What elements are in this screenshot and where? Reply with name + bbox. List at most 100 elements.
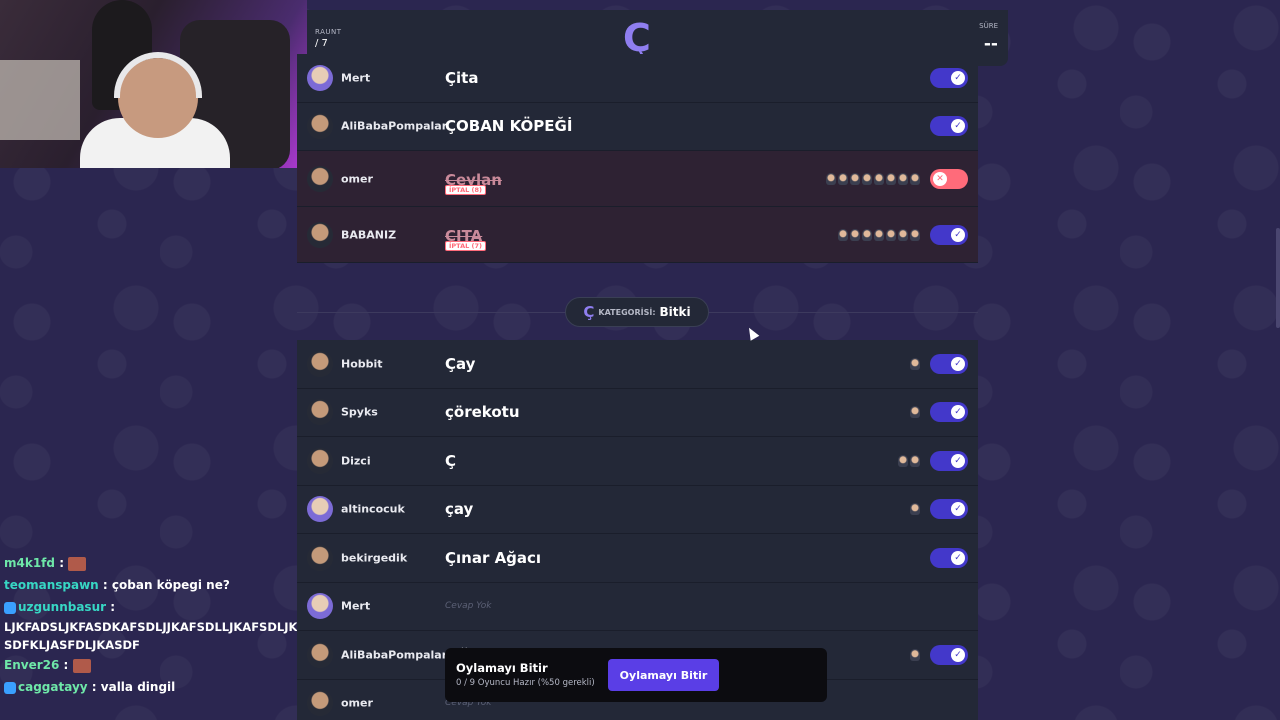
- chat-message: Enver26 :: [0, 654, 300, 676]
- voter-avatar: [898, 172, 908, 185]
- chat-username: m4k1fd: [4, 556, 55, 570]
- player-answer: ÇOBAN KÖPEĞİ: [445, 117, 573, 136]
- subscriber-badge-icon: [4, 681, 16, 694]
- answer-vote-toggle[interactable]: ✕: [930, 168, 968, 189]
- player-name: Mert: [341, 599, 371, 613]
- round-label: RAUNT: [315, 28, 342, 36]
- close-icon: ✕: [933, 171, 947, 186]
- previous-category-answers: Mert Çita ✓ AliBabaPompalar ÇOBAN KÖPEĞİ ✓ ome…: [297, 54, 978, 263]
- answer-vote-toggle[interactable]: ✓: [930, 224, 968, 245]
- emote-icon: [68, 556, 87, 571]
- time-value: --: [983, 34, 998, 54]
- chat-username: caggatayy: [18, 680, 88, 694]
- category-pill: Ç KATEGORİSİ: Bitki: [565, 297, 709, 327]
- end-voting-bar: Oylamayı Bitir 0 / 9 Oyuncu Hazır (%50 g…: [445, 648, 827, 702]
- round-value: / 7: [315, 38, 328, 49]
- player-answer: Ç: [445, 451, 457, 470]
- answer-vote-toggle[interactable]: ✓: [930, 499, 968, 520]
- player-answer: Çınar Ağacı: [445, 548, 542, 567]
- chat-message: uzgunnbasur :: [0, 596, 300, 618]
- voter-avatars: [910, 503, 920, 516]
- answer-row: AliBabaPompalar ÇOBAN KÖPEĞİ ✓: [297, 102, 978, 151]
- subscriber-badge-icon: [4, 601, 16, 614]
- voter-avatars: [838, 228, 920, 241]
- avatar: [307, 641, 333, 668]
- webcam-overlay: [0, 0, 307, 168]
- answer-vote-toggle[interactable]: ✓: [930, 450, 968, 471]
- player-answer: çörekotu: [445, 403, 520, 422]
- check-icon: ✓: [951, 502, 965, 517]
- voter-avatar: [910, 357, 920, 370]
- chat-text: : çoban köpegi ne?: [102, 578, 230, 592]
- player-name: BABANIZ: [341, 228, 397, 241]
- check-icon: ✓: [951, 550, 965, 565]
- check-icon: ✓: [951, 70, 965, 85]
- voter-avatar: [910, 454, 920, 467]
- answer-row: BABANIZ ÇITA İPTAL (7) ✓: [297, 207, 978, 263]
- player-answer: Çita: [445, 68, 479, 87]
- player-name: Hobbit: [341, 357, 383, 371]
- player-name: AliBabaPompalar: [341, 648, 448, 662]
- check-icon: ✓: [951, 453, 965, 468]
- avatar: [307, 690, 333, 717]
- stream-chat: m4k1fd : teomanspawn : çoban köpegi ne? u…: [0, 552, 306, 698]
- chat-message: caggatayy : valla dingil: [0, 676, 300, 698]
- avatar: [307, 64, 333, 91]
- page-scrollbar[interactable]: [1276, 228, 1280, 328]
- voter-avatar: [838, 172, 848, 185]
- chat-message: m4k1fd :: [0, 552, 300, 574]
- voter-avatar: [874, 228, 884, 241]
- voter-avatar: [910, 172, 920, 185]
- player-name: bekirgedik: [341, 551, 408, 565]
- ready-count: 0 / 9 Oyuncu Hazır (%50 gerekli): [456, 678, 595, 688]
- chat-message: teomanspawn : çoban köpegi ne?: [0, 574, 300, 596]
- category-value: Bitki: [659, 305, 691, 319]
- time-label: SÜRE: [979, 22, 998, 30]
- end-voting-title: Oylamayı Bitir: [456, 661, 548, 675]
- player-answer: Cevap Yok: [445, 601, 492, 612]
- avatar: [307, 544, 333, 571]
- chat-text: :: [63, 658, 69, 672]
- answer-row: Mert Çita ✓: [297, 54, 978, 103]
- voter-avatar: [910, 228, 920, 241]
- player-name: omer: [341, 696, 373, 710]
- player-name: altincocuk: [341, 502, 405, 516]
- answer-vote-toggle[interactable]: ✓: [930, 547, 968, 568]
- avatar: [307, 350, 333, 377]
- voter-avatar: [910, 406, 920, 419]
- answer-vote-toggle[interactable]: ✓: [930, 67, 968, 88]
- chat-message: SDFKLJASFDLJKASDF: [0, 636, 300, 654]
- player-name: Mert: [341, 71, 371, 85]
- answer-vote-toggle[interactable]: ✓: [930, 116, 968, 137]
- avatar: [307, 165, 333, 192]
- voter-avatar: [910, 503, 920, 516]
- voter-avatars: [910, 406, 920, 419]
- check-icon: ✓: [951, 119, 965, 134]
- cancel-vote-badge: İPTAL (8): [445, 185, 487, 195]
- chat-text: :: [59, 556, 64, 570]
- player-name: Spyks: [341, 405, 378, 419]
- chat-username: uzgunnbasur: [18, 600, 107, 614]
- player-answer: Çay: [445, 354, 476, 373]
- category-label: KATEGORİSİ:: [598, 307, 656, 317]
- voter-avatar: [838, 228, 848, 241]
- voter-avatar: [850, 172, 860, 185]
- answer-vote-toggle[interactable]: ✓: [930, 353, 968, 374]
- avatar: [307, 113, 333, 140]
- avatar: [307, 496, 333, 523]
- answer-row: Mert Cevap Yok: [297, 582, 978, 631]
- end-voting-button[interactable]: Oylamayı Bitir: [608, 659, 719, 691]
- player-name: omer: [341, 172, 373, 185]
- answer-vote-toggle[interactable]: ✓: [930, 402, 968, 423]
- chat-text: : valla dingil: [91, 680, 176, 694]
- voter-avatar: [826, 172, 836, 185]
- voter-avatar: [886, 172, 896, 185]
- voter-avatar: [850, 228, 860, 241]
- answer-vote-toggle[interactable]: ✓: [930, 644, 968, 665]
- voter-avatars: [826, 172, 920, 185]
- voter-avatar: [862, 228, 872, 241]
- category-letter: Ç: [583, 303, 595, 321]
- answer-row: Hobbit Çay ✓: [297, 340, 978, 389]
- voter-avatar: [898, 228, 908, 241]
- chat-text: :: [110, 600, 116, 614]
